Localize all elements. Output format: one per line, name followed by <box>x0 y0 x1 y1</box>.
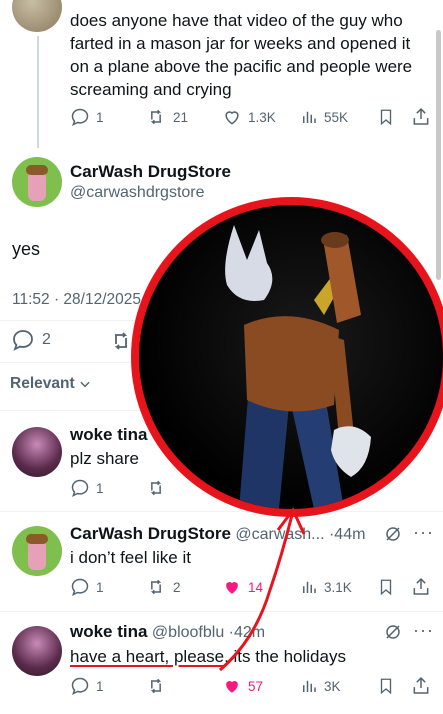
reply-icon <box>71 677 89 695</box>
main-avatar[interactable] <box>12 157 62 207</box>
bookmark-icon[interactable] <box>377 577 395 597</box>
parent-repost-button[interactable]: 21 <box>145 107 188 127</box>
main-timestamp[interactable]: 11:52 · 28/12/2025 <box>12 291 141 309</box>
reply3-display-name[interactable]: woke tina <box>70 622 147 641</box>
views-count: 3.1K <box>324 579 352 595</box>
views-count: 3K <box>324 678 341 694</box>
reply-count: 1 <box>96 579 104 595</box>
repost-count: 21 <box>173 109 189 125</box>
like-count: 57 <box>248 678 264 694</box>
reply2-reply-button[interactable]: 1 <box>70 577 104 597</box>
parent-tweet-text: does anyone have that video of the guy w… <box>70 11 413 99</box>
repost-icon[interactable] <box>108 329 134 353</box>
grok-icon[interactable] <box>384 525 402 543</box>
heart-icon <box>225 111 239 125</box>
main-display-name[interactable]: CarWash DrugStore <box>70 162 231 182</box>
repost-icon[interactable] <box>145 478 167 498</box>
reply1-avatar[interactable] <box>12 427 62 477</box>
parent-like-button[interactable]: 1.3K <box>222 107 276 127</box>
reply1-text: plz share <box>70 449 139 468</box>
sort-selector[interactable]: Relevant <box>10 375 92 393</box>
reply-icon <box>71 479 89 497</box>
reply2-time[interactable]: 44m <box>334 526 365 543</box>
reply-icon <box>13 330 33 351</box>
bookmark-icon[interactable] <box>377 676 395 696</box>
thread-line <box>37 36 39 148</box>
main-reply-count: 2 <box>42 331 51 348</box>
share-icon[interactable] <box>411 576 431 597</box>
red-arrow-annotation <box>219 507 306 672</box>
sort-label: Relevant <box>10 375 75 392</box>
more-options-icon[interactable]: ··· <box>413 620 434 641</box>
repost-icon[interactable] <box>145 676 167 696</box>
bookmark-icon[interactable] <box>377 107 395 127</box>
parent-reply-button[interactable]: 1 <box>70 107 104 127</box>
chevron-down-icon <box>80 381 90 388</box>
reply2-text: i don’t feel like it <box>70 548 191 567</box>
grok-icon[interactable] <box>384 623 402 641</box>
views-icon <box>303 111 316 123</box>
repost-count: 2 <box>173 579 181 595</box>
cartoon-figure-image <box>225 225 371 509</box>
reply2-avatar[interactable] <box>12 526 62 576</box>
parent-views-button[interactable]: 55K <box>300 107 348 127</box>
repost-icon <box>150 579 162 595</box>
reply3-avatar[interactable] <box>12 626 62 676</box>
circle-image-overlay <box>131 197 443 517</box>
parent-avatar[interactable] <box>12 0 62 32</box>
main-tweet-text: yes <box>12 239 41 259</box>
share-icon[interactable] <box>411 106 431 127</box>
reply-count: 1 <box>96 480 104 496</box>
reply1-reply-button[interactable]: 1 <box>70 478 104 498</box>
reply-icon <box>71 108 89 126</box>
main-handle[interactable]: @carwashdrgstore <box>70 184 205 202</box>
reply2-repost-button[interactable]: 2 <box>145 577 181 597</box>
like-count: 1.3K <box>248 109 276 125</box>
scrollbar[interactable] <box>436 30 441 280</box>
reply3-reply-button[interactable]: 1 <box>70 676 104 696</box>
views-count: 55K <box>324 109 349 125</box>
repost-icon <box>150 109 162 125</box>
reply-count: 1 <box>96 678 104 694</box>
reply1-display-name[interactable]: woke tina <box>70 425 147 445</box>
more-options-icon[interactable]: ··· <box>413 522 434 543</box>
share-icon[interactable] <box>411 675 431 696</box>
main-reply-button[interactable]: 2 <box>10 328 51 352</box>
reply-count: 1 <box>96 109 104 125</box>
reply-icon <box>71 578 89 596</box>
